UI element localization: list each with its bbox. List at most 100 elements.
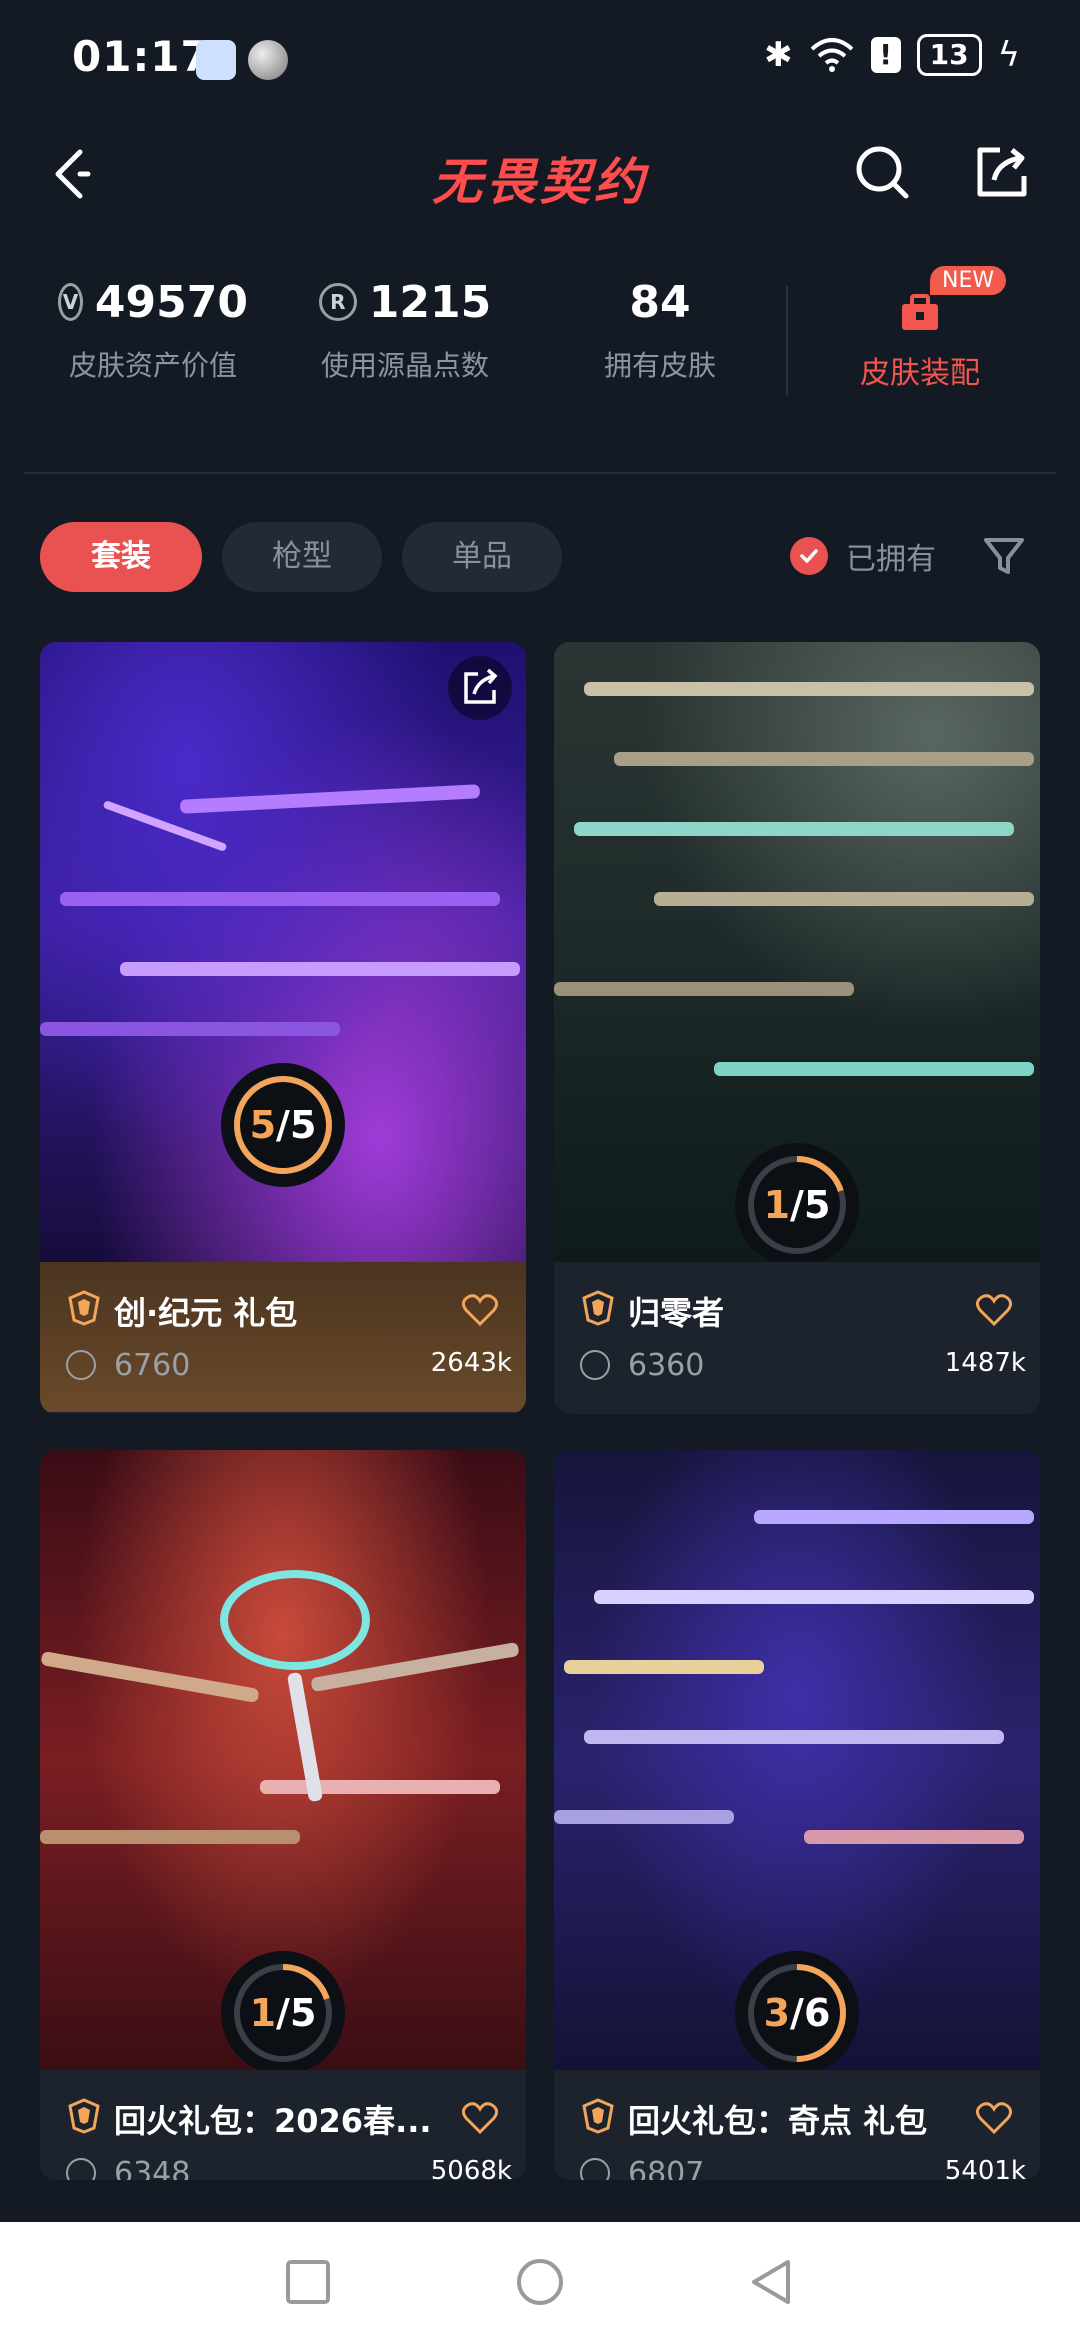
tier-icon bbox=[68, 1290, 100, 1326]
tab-weapon-type[interactable]: 枪型 bbox=[222, 522, 382, 592]
stat-owned-skins: 84 拥有皮肤 bbox=[560, 270, 760, 384]
share-button[interactable] bbox=[448, 656, 512, 720]
weapon-art bbox=[594, 1590, 1034, 1604]
stat-asset-value: V 49570 皮肤资产价值 bbox=[58, 270, 248, 384]
bow-art bbox=[220, 1570, 370, 1670]
tab-single-item[interactable]: 单品 bbox=[402, 522, 562, 592]
like-count: 1487k bbox=[944, 1348, 1026, 1378]
loadout-icon bbox=[902, 294, 938, 330]
heart-icon[interactable] bbox=[974, 2098, 1014, 2138]
wifi-icon bbox=[810, 38, 853, 72]
bundle-card[interactable]: 1/5 回火礼包：2026春... 6348 5068k bbox=[40, 1450, 526, 2180]
stat-label: 使用源晶点数 bbox=[320, 349, 489, 382]
stat-value: 84 bbox=[629, 276, 691, 328]
v-coin-icon bbox=[66, 2158, 96, 2180]
owned-count: 5 bbox=[249, 1103, 277, 1147]
check-icon bbox=[790, 537, 828, 575]
bundle-price: 6807 bbox=[628, 2156, 705, 2180]
weapon-art bbox=[40, 1022, 340, 1036]
system-nav-bar bbox=[0, 2222, 1080, 2340]
v-coin-icon: V bbox=[58, 283, 83, 321]
bundle-name: 回火礼包：奇点 礼包 bbox=[628, 2102, 928, 2140]
bluetooth-icon: ✱ bbox=[764, 35, 793, 75]
tier-icon bbox=[582, 1290, 614, 1326]
weapon-art bbox=[584, 1730, 1004, 1744]
weapon-art bbox=[260, 1780, 500, 1794]
stat-label: 皮肤资产价值 bbox=[68, 349, 237, 382]
owned-label: 已拥有 bbox=[846, 542, 936, 577]
bundle-card[interactable]: 1/5 归零者 6360 1487k bbox=[554, 642, 1040, 1414]
tier-icon bbox=[68, 2098, 100, 2134]
owned-count: 1 bbox=[249, 1991, 277, 2035]
recents-button[interactable] bbox=[282, 2256, 334, 2308]
like-count: 5068k bbox=[430, 2156, 512, 2180]
bundle-card[interactable]: 5/5 创·纪元 礼包 6760 2643k bbox=[40, 642, 526, 1414]
bundle-price: 6760 bbox=[114, 1348, 191, 1383]
new-badge: NEW bbox=[930, 266, 1007, 295]
weapon-art bbox=[804, 1830, 1024, 1844]
back-button[interactable] bbox=[746, 2256, 798, 2308]
bundle-price: 6348 bbox=[114, 2156, 191, 2180]
heart-icon[interactable] bbox=[974, 1290, 1014, 1330]
collection-count: 1/5 bbox=[249, 1991, 317, 2035]
header: 无畏契约 bbox=[0, 120, 1080, 230]
bundle-info: 归零者 6360 1487k bbox=[554, 1262, 1040, 1412]
collection-count: 3/6 bbox=[763, 1991, 831, 2035]
weapon-art bbox=[40, 1651, 260, 1703]
app-notification-icon bbox=[196, 40, 236, 80]
total-count: 5 bbox=[803, 1183, 831, 1227]
stat-radianite-points: R 1215 使用源晶点数 bbox=[310, 270, 500, 384]
like-count: 2643k bbox=[430, 1348, 512, 1378]
share-icon bbox=[464, 668, 498, 704]
app-notification-icon-2 bbox=[248, 40, 288, 80]
filter-icon[interactable] bbox=[980, 532, 1028, 580]
collection-count: 5/5 bbox=[249, 1103, 317, 1147]
v-coin-icon bbox=[580, 1350, 610, 1380]
weapon-art bbox=[564, 1660, 764, 1674]
battery-indicator: 13 bbox=[916, 34, 982, 76]
collection-count: 1/5 bbox=[763, 1183, 831, 1227]
r-coin-icon: R bbox=[318, 283, 357, 321]
weapon-art bbox=[554, 982, 854, 996]
bundle-name: 回火礼包：2026春... bbox=[114, 2102, 432, 2140]
weapon-art bbox=[654, 892, 1034, 906]
weapon-art bbox=[754, 1510, 1034, 1524]
weapon-art bbox=[120, 962, 520, 976]
search-icon[interactable] bbox=[852, 142, 912, 202]
home-button[interactable] bbox=[514, 2256, 566, 2308]
weapon-art bbox=[584, 682, 1034, 696]
heart-icon[interactable] bbox=[460, 1290, 500, 1330]
total-count: 5 bbox=[289, 1991, 317, 2035]
share-icon[interactable] bbox=[972, 142, 1032, 202]
weapon-art bbox=[179, 784, 481, 814]
weapon-art bbox=[40, 1830, 300, 1844]
bundle-card[interactable]: 3/6 回火礼包：奇点 礼包 6807 5401k bbox=[554, 1450, 1040, 2180]
charging-icon: ϟ bbox=[997, 35, 1020, 75]
owned-count: 1 bbox=[763, 1183, 791, 1227]
bundle-price: 6360 bbox=[628, 1348, 705, 1383]
bundle-name: 归零者 bbox=[628, 1294, 725, 1332]
status-bar: 01:17 ✱ ! 13 ϟ bbox=[0, 0, 1080, 120]
weapon-art bbox=[60, 892, 500, 906]
weapon-art bbox=[554, 1810, 734, 1824]
bundle-name: 创·纪元 礼包 bbox=[114, 1294, 298, 1332]
weapon-art bbox=[714, 1062, 1034, 1076]
weapon-art bbox=[574, 822, 1014, 836]
v-coin-icon bbox=[66, 1350, 96, 1380]
stat-value: 49570 bbox=[94, 276, 248, 328]
total-count: 5 bbox=[289, 1103, 317, 1147]
tab-bundle[interactable]: 套装 bbox=[40, 522, 202, 592]
owned-count: 3 bbox=[763, 1991, 791, 2035]
bundle-info: 回火礼包：奇点 礼包 6807 5401k bbox=[554, 2070, 1040, 2180]
like-count: 5401k bbox=[944, 2156, 1026, 2180]
v-coin-icon bbox=[580, 2158, 610, 2180]
alert-icon: ! bbox=[870, 37, 901, 73]
divider bbox=[786, 286, 788, 396]
bundle-info: 回火礼包：2026春... 6348 5068k bbox=[40, 2070, 526, 2180]
owned-filter-toggle[interactable]: 已拥有 bbox=[790, 534, 936, 578]
bundle-info: 创·纪元 礼包 6760 2643k bbox=[40, 1262, 526, 1412]
total-count: 6 bbox=[803, 1991, 831, 2035]
heart-icon[interactable] bbox=[460, 2098, 500, 2138]
tier-icon bbox=[582, 2098, 614, 2134]
weapon-art bbox=[614, 752, 1034, 766]
